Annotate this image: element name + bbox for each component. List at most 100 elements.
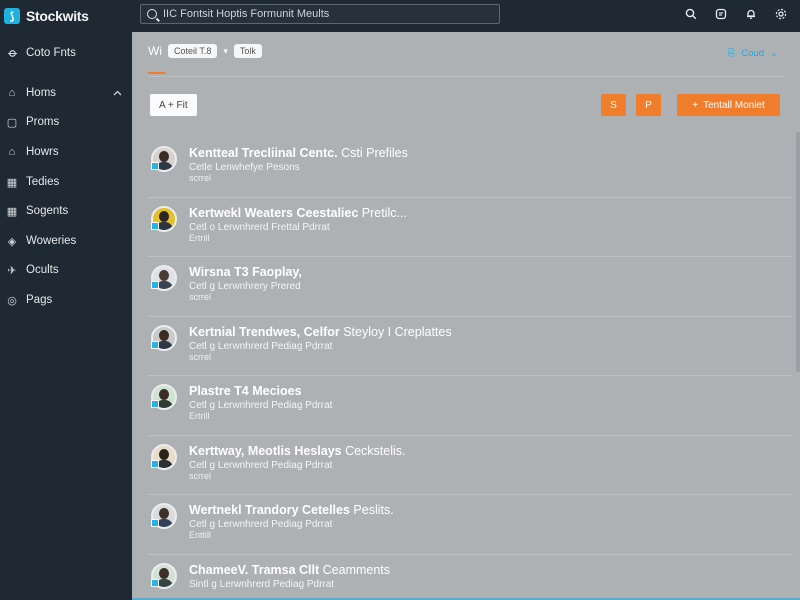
rocket-icon: ✈ — [7, 264, 17, 277]
search-input[interactable] — [163, 8, 493, 20]
post-title-main: Kertnial Trendwes, Celfor — [189, 324, 340, 339]
avatar-head — [159, 270, 169, 281]
sidebar-item-woweries[interactable]: ◈ Woweries — [0, 230, 132, 252]
post-subtitle: Cetl g Lerwnhrery Prered — [189, 281, 301, 292]
chevron-up-icon[interactable] — [113, 88, 122, 99]
message-icon[interactable] — [714, 7, 728, 21]
active-tab-indicator — [148, 72, 166, 74]
sort-dropdown[interactable]: ⎘ Coud ⌄ — [728, 48, 778, 59]
sidebar-item-sogents[interactable]: ▦ Sogents — [0, 200, 132, 222]
home-icon: ⌂ — [8, 87, 16, 99]
sidebar-header-label: Coto Fnts — [26, 47, 76, 59]
target-icon: ◎ — [7, 294, 17, 307]
search-bar[interactable] — [140, 4, 500, 24]
sidebar-item-howrs[interactable]: ⌂ Howrs — [0, 141, 132, 163]
verified-badge-icon — [151, 459, 159, 468]
new-post-button[interactable]: + Tentall Moniet — [677, 94, 780, 116]
post-meta: scrrel — [189, 351, 211, 362]
new-post-label: Tentall Moniet — [703, 99, 765, 111]
avatar-head — [159, 329, 169, 341]
avatar-head — [159, 567, 169, 579]
sidebar-item-label: Homs — [26, 87, 57, 99]
copy-icon: ⎘ — [727, 48, 736, 59]
post-row[interactable]: Kerttway, Meotlis Heslays Ceckstelis. Cet… — [148, 436, 792, 495]
post-row[interactable]: Wirsna T3 Faoplay, Cetl g Lerwnhrery Prer… — [148, 257, 792, 317]
settings-icon[interactable] — [774, 7, 788, 21]
sidebar-item-ocults[interactable]: ✈ Ocults — [0, 259, 132, 281]
post-row[interactable]: Kertnial Trendwes, Celfor Steyloy I Crep… — [148, 317, 792, 376]
topics-icon — [6, 47, 18, 59]
action-button-p[interactable]: P — [636, 94, 661, 116]
post-meta: scrrel — [189, 470, 211, 481]
post-title-rest: Pretilc... — [358, 205, 407, 220]
verified-badge-icon — [151, 221, 159, 230]
app-logo[interactable]: ⟆ Stockwits — [0, 8, 132, 24]
search-icon — [147, 9, 157, 19]
post-title[interactable]: ChameeV. Tramsa Cllt Ceamments — [189, 563, 390, 577]
sidebar-header[interactable]: Coto Fnts — [0, 42, 132, 64]
avatar-head — [159, 508, 169, 519]
tab-main[interactable]: Wi — [148, 44, 162, 58]
post-title-rest: Ceamments — [319, 562, 391, 577]
filter-chip[interactable]: Tolk — [233, 44, 262, 58]
post-row[interactable]: Wertnekl Trandory Cetelles Peslits. Cetl … — [148, 495, 792, 555]
post-title[interactable]: Kertwekl Weaters Ceestaliec Pretilc... — [189, 206, 407, 220]
post-title-main: Wertnekl Trandory Cetelles — [189, 503, 350, 517]
avatar-head — [159, 448, 169, 460]
sidebar-item-label: Proms — [26, 116, 60, 128]
post-subtitle: Cetl g Lerwnhrerd Pediag Pdrrat — [189, 400, 333, 411]
sidebar-item-label: Ocults — [26, 264, 59, 276]
post-list: Kentteal Trecliinal Centc. Csti Prefiles… — [148, 138, 792, 600]
avatar-head — [159, 210, 169, 222]
sidebar-item-label: Pags — [26, 294, 53, 306]
post-row[interactable]: Plastre T4 Mecioes Cetl g Lerwnhrerd Pedi… — [148, 376, 792, 436]
post-title-main: Kerttway, Meotlis Heslays — [189, 443, 342, 458]
main-content: Wi Coteil T.8 ▾ Tolk ⎘ Coud ⌄ A + Fit S … — [132, 32, 800, 600]
verified-badge-icon — [151, 281, 159, 289]
post-title[interactable]: Wertnekl Trandory Cetelles Peslits. — [189, 503, 394, 517]
filter-chip[interactable]: Coteil T.8 — [168, 44, 218, 58]
verified-badge-icon — [151, 519, 159, 527]
post-title[interactable]: Wirsna T3 Faoplay, — [189, 265, 302, 279]
post-row[interactable]: ChameeV. Tramsa Cllt Ceamments Sintl g Le… — [148, 555, 792, 600]
post-row[interactable]: Kentteal Trecliinal Centc. Csti Prefiles… — [148, 138, 792, 198]
sidebar-item-label: Sogents — [26, 205, 69, 217]
post-subtitle: Cetle Lenwhefye Pesons — [189, 162, 300, 173]
sidebar-item-tedies[interactable]: ▦ Tedies — [0, 171, 132, 193]
top-icons — [684, 7, 788, 21]
post-title-main: ChameeV. Tramsa Cllt — [189, 562, 320, 577]
search-icon[interactable] — [684, 7, 698, 21]
verified-badge-icon — [151, 340, 159, 349]
notification-icon[interactable] — [744, 7, 758, 21]
action-button-s[interactable]: S — [601, 94, 626, 116]
sidebar-item-proms[interactable]: ▢ Proms — [0, 111, 132, 133]
sort-label: Coud — [741, 48, 765, 59]
calendar-icon: ▦ — [6, 176, 18, 189]
sidebar-item-pags[interactable]: ◎ Pags — [0, 289, 132, 311]
sidebar: Coto Fnts ⌂ Homs ▢ Proms ⌂ Howrs ▦ Tedie… — [0, 32, 132, 600]
post-title-rest: Steyloy I Creplattes — [339, 324, 452, 339]
post-meta: scrrel — [189, 292, 211, 302]
sidebar-item-homs[interactable]: ⌂ Homs — [0, 82, 132, 104]
verified-badge-icon — [151, 400, 159, 408]
post-title-rest: Ceckstelis. — [341, 443, 406, 458]
post-subtitle: Cetl g Lerwnhrerd Pediag Pdrrat — [189, 340, 333, 352]
divider — [148, 76, 784, 77]
post-meta: scrrel — [189, 173, 211, 183]
post-title[interactable]: Kerttway, Meotlis Heslays Ceckstelis. — [189, 444, 406, 458]
post-title-main: Kertwekl Weaters Ceestaliec — [189, 205, 359, 220]
post-title-rest: Csti Prefiles — [337, 146, 408, 160]
post-title[interactable]: Plastre T4 Mecioes — [189, 384, 302, 398]
avatar-head — [159, 389, 169, 400]
post-title[interactable]: Kentteal Trecliinal Centc. Csti Prefiles — [189, 146, 408, 160]
scrollbar[interactable] — [796, 132, 800, 372]
sidebar-item-label: Woweries — [26, 235, 77, 247]
post-row[interactable]: Kertwekl Weaters Ceestaliec Pretilc... Ce… — [148, 198, 792, 257]
post-meta: Enttill — [189, 530, 212, 540]
post-meta: Ertrill — [189, 411, 210, 421]
add-filter-button[interactable]: A + Fit — [150, 94, 197, 116]
sidebar-item-label: Howrs — [26, 146, 59, 158]
post-title-main: Plastre T4 Mecioes — [189, 384, 302, 398]
bookmark-icon: ⌂ — [8, 146, 16, 158]
post-title[interactable]: Kertnial Trendwes, Celfor Steyloy I Crep… — [189, 325, 452, 339]
